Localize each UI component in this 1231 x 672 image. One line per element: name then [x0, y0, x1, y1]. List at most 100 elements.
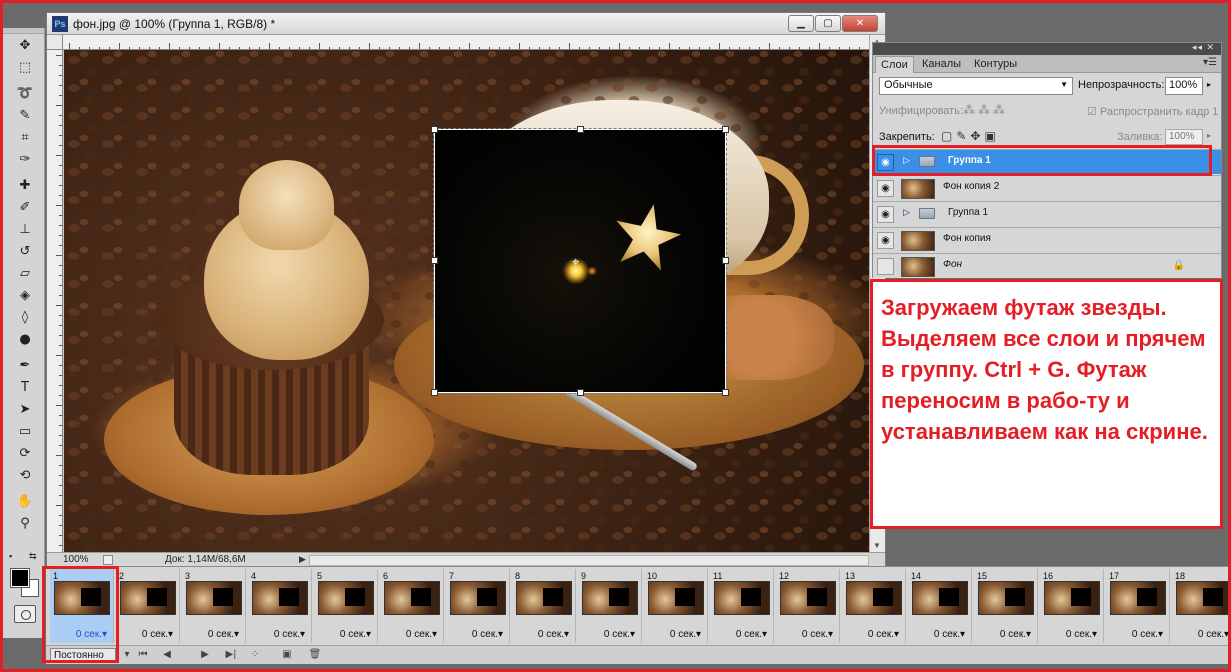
animation-frame[interactable]: 15 0 сек.▾ [974, 569, 1038, 643]
animation-frame[interactable]: 11 0 сек.▾ [710, 569, 774, 643]
ruler-origin[interactable] [47, 35, 63, 50]
maximize-button[interactable]: ▢ [815, 15, 841, 32]
animation-frame[interactable]: 7 0 сек.▾ [446, 569, 510, 643]
transform-handle[interactable] [431, 389, 438, 396]
animation-frame[interactable]: 18 0 сек.▾ [1172, 569, 1228, 643]
transform-handle[interactable] [722, 389, 729, 396]
fill-slider-arrow-icon[interactable]: ▸ [1207, 131, 1211, 140]
transform-handle[interactable] [431, 126, 438, 133]
frame-delay-select[interactable]: 0 сек.▾ [736, 629, 767, 640]
document-title-bar[interactable]: Ps фон.jpg @ 100% (Группа 1, RGB/8) * ▁ … [47, 13, 885, 35]
tools-panel-grip[interactable] [3, 28, 44, 34]
history-brush-tool-icon[interactable]: ↺ [10, 241, 40, 262]
transform-handle[interactable] [577, 126, 584, 133]
zoom-level[interactable]: 100% [63, 554, 89, 565]
horizontal-ruler[interactable] [63, 35, 869, 50]
tab-layers[interactable]: Слои [875, 56, 914, 73]
spot-healing-tool-icon[interactable]: ✚ [10, 175, 40, 196]
collapse-panel-icon[interactable]: ◂◂ ✕ [1192, 42, 1215, 53]
animation-frame[interactable]: 6 0 сек.▾ [380, 569, 444, 643]
layer-row[interactable]: ◉ Фон 🔒 [873, 253, 1221, 278]
type-tool-icon[interactable]: T [10, 377, 40, 398]
quick-selection-tool-icon[interactable]: ✎ [10, 105, 40, 126]
tween-button-icon[interactable]: ⁘ [246, 647, 264, 663]
tab-channels[interactable]: Каналы [917, 56, 966, 73]
animation-frame[interactable]: 12 0 сек.▾ [776, 569, 840, 643]
delete-frame-button-icon[interactable]: 🗑 [306, 647, 324, 663]
expand-group-icon[interactable]: ▷ [903, 207, 910, 218]
animation-frame[interactable]: 16 0 сек.▾ [1040, 569, 1104, 643]
frame-delay-select[interactable]: 0 сек.▾ [1066, 629, 1097, 640]
animation-frame[interactable]: 8 0 сек.▾ [512, 569, 576, 643]
unify-buttons-icon[interactable]: ⁂⁂⁂ [963, 103, 1008, 117]
clone-stamp-tool-icon[interactable]: ⊥ [10, 219, 40, 240]
frame-delay-select[interactable]: 0 сек.▾ [604, 629, 635, 640]
opacity-slider-arrow-icon[interactable]: ▸ [1207, 80, 1211, 89]
frame-delay-select[interactable]: 0 сек.▾ [868, 629, 899, 640]
zoom-tool-icon[interactable]: ⚲ [10, 513, 40, 534]
default-colors-icon[interactable]: ▪ [9, 551, 12, 561]
marquee-tool-icon[interactable]: ⬚ [10, 57, 40, 78]
frame-delay-select[interactable]: 0 сек.▾ [142, 629, 173, 640]
animation-frame[interactable]: 3 0 сек.▾ [182, 569, 246, 643]
swap-colors-icon[interactable]: ⇆ [29, 551, 37, 562]
layer-row[interactable]: ◉ Фон копия [873, 227, 1221, 252]
path-selection-tool-icon[interactable]: ➤ [10, 399, 40, 420]
transform-handle[interactable] [577, 389, 584, 396]
dodge-tool-icon[interactable]: ● [10, 329, 40, 350]
transform-handle[interactable] [722, 126, 729, 133]
move-tool-icon[interactable]: ✥ [10, 35, 40, 56]
visibility-eye-icon[interactable]: ◉ [877, 258, 894, 275]
animation-frame[interactable]: 4 0 сек.▾ [248, 569, 312, 643]
close-button[interactable]: ✕ [842, 15, 878, 32]
animation-frame[interactable]: 10 0 сек.▾ [644, 569, 708, 643]
animation-frame[interactable]: 5 0 сек.▾ [314, 569, 378, 643]
document-canvas[interactable]: ⌖ [64, 50, 869, 552]
layer-group-row[interactable]: ◉ ▷ Группа 1 [873, 201, 1221, 226]
opacity-input[interactable]: 100% [1165, 77, 1203, 95]
frame-delay-select[interactable]: 0 сек.▾ [274, 629, 305, 640]
frame-delay-select[interactable]: 0 сек.▾ [472, 629, 503, 640]
frame-delay-select[interactable]: 0 сек.▾ [1132, 629, 1163, 640]
eraser-tool-icon[interactable]: ▱ [10, 263, 40, 284]
blur-tool-icon[interactable]: ◊ [10, 307, 40, 328]
zoom-preview-icon[interactable] [103, 555, 113, 565]
lock-buttons-icon[interactable]: ▢✎✥▣ [941, 129, 1000, 143]
transform-handle[interactable] [431, 257, 438, 264]
animation-frame[interactable]: 14 0 сек.▾ [908, 569, 972, 643]
3d-orbit-tool-icon[interactable]: ⟲ [10, 465, 40, 486]
horizontal-scrollbar[interactable] [309, 555, 869, 566]
visibility-eye-icon[interactable]: ◉ [877, 206, 894, 223]
layer-row[interactable]: ◉ Фон копия 2 [873, 175, 1221, 200]
frame-delay-select[interactable]: 0 сек.▾ [406, 629, 437, 640]
transform-handle[interactable] [722, 257, 729, 264]
visibility-eye-icon[interactable]: ◉ [877, 232, 894, 249]
animation-frame[interactable]: 2 0 сек.▾ [116, 569, 180, 643]
minimize-button[interactable]: ▁ [788, 15, 814, 32]
propagate-frame-checkbox[interactable]: ☑ Распространить кадр 1 [1087, 105, 1218, 118]
transform-bounding-box[interactable] [431, 126, 729, 396]
new-frame-button-icon[interactable]: ▣ [278, 647, 296, 663]
first-frame-button-icon[interactable]: ⏮ [134, 647, 152, 663]
frame-delay-select[interactable]: 0 сек.▾ [802, 629, 833, 640]
scroll-down-icon[interactable]: ▼ [873, 541, 881, 550]
play-button-icon[interactable]: ▶ [196, 647, 214, 663]
fill-input[interactable]: 100% [1165, 129, 1203, 145]
frame-delay-select[interactable]: 0 сек.▾ [670, 629, 701, 640]
rectangle-tool-icon[interactable]: ▭ [10, 421, 40, 442]
frame-delay-select[interactable]: 0 сек.▾ [934, 629, 965, 640]
previous-frame-button-icon[interactable]: ◀ [158, 647, 176, 663]
animation-frame[interactable]: 9 0 сек.▾ [578, 569, 642, 643]
lasso-tool-icon[interactable]: ➰ [10, 83, 40, 104]
status-menu-arrow-icon[interactable]: ▶ [299, 554, 306, 565]
vertical-ruler[interactable] [47, 50, 63, 552]
brush-tool-icon[interactable]: ✐ [10, 197, 40, 218]
crop-tool-icon[interactable]: ⌗ [10, 127, 40, 148]
pen-tool-icon[interactable]: ✒ [10, 355, 40, 376]
eyedropper-tool-icon[interactable]: ✑ [10, 149, 40, 170]
panel-menu-icon[interactable]: ▾☰ [1203, 57, 1217, 68]
quick-mask-button[interactable] [14, 605, 36, 623]
hand-tool-icon[interactable]: ✋ [10, 491, 40, 512]
foreground-color-swatch[interactable] [10, 568, 30, 588]
visibility-eye-icon[interactable]: ◉ [877, 180, 894, 197]
